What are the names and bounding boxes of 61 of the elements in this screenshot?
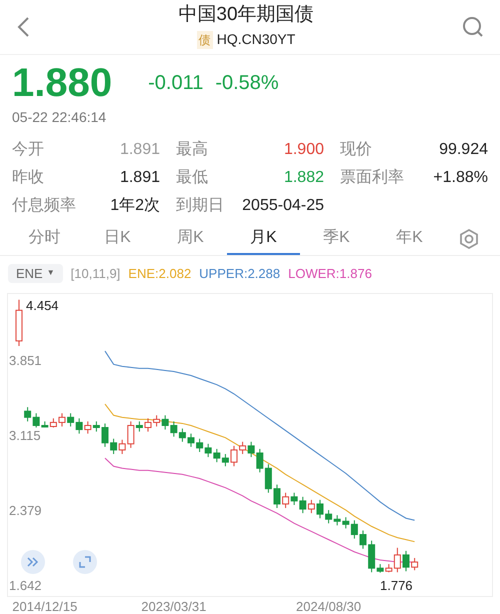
y-axis-label: 1.642 (9, 578, 42, 594)
candle (102, 422, 108, 448)
back-icon[interactable] (16, 16, 30, 38)
y-axis-label: 2.379 (9, 503, 42, 520)
indicator-legend: UPPER:2.288 (199, 264, 280, 283)
candle (230, 445, 238, 467)
period-tab[interactable]: 季K (300, 224, 373, 254)
period-tab[interactable]: 日K (81, 224, 154, 254)
period-tab[interactable]: 月K (227, 224, 300, 254)
x-axis-label: 2024/08/30 (296, 598, 362, 614)
price-change: -0.011 (148, 70, 204, 96)
stat-value: +1.88% (433, 168, 488, 188)
period-tab[interactable]: 年K (373, 224, 446, 254)
max-marker: 4.454 (26, 297, 59, 315)
candle (144, 418, 152, 432)
candle (402, 550, 410, 572)
stat-label: 最低 (176, 168, 208, 188)
change-percent: -0.58% (215, 70, 279, 96)
bond-badge: 债 (196, 30, 213, 49)
indicator-dropdown[interactable]: ENE ▼ (8, 264, 63, 283)
x-axis-label: 2014/12/15 (12, 598, 78, 614)
stat-label: 最高 (176, 140, 208, 160)
candle (58, 412, 66, 427)
period-tab[interactable]: 周K (154, 224, 227, 254)
candle (411, 557, 418, 571)
expand-icon (79, 556, 91, 568)
stat-label: 今开 (12, 140, 44, 160)
y-axis-label: 3.851 (9, 353, 42, 370)
candle (360, 530, 366, 550)
indicator-params: [10,11,9] (70, 264, 120, 283)
expand-button[interactable] (73, 550, 97, 574)
indicator-legend: ENE:2.082 (128, 264, 192, 283)
stat-value: 1年2次 (110, 196, 160, 216)
candle (16, 299, 22, 346)
stat-label: 票面利率 (340, 168, 404, 188)
bond-code: HQ.CN30YT (216, 30, 296, 50)
stat-value: 1.891 (120, 140, 160, 160)
page-title: 中国30年期国债 (178, 3, 314, 28)
search-icon[interactable] (462, 16, 484, 38)
fast-forward-button[interactable] (21, 550, 45, 574)
stat-value: 1.882 (284, 168, 324, 188)
stat-value: 1.891 (120, 168, 160, 188)
stat-label: 到期日 (176, 196, 224, 216)
stat-value: 99.924 (439, 140, 488, 160)
candle (316, 499, 324, 519)
y-axis-label: 3.115 (9, 428, 41, 444)
chevrons-right-icon (27, 557, 39, 567)
stat-label: 昨收 (12, 168, 44, 188)
min-marker: 1.776 (380, 578, 413, 594)
indicator-legend: LOWER:1.876 (288, 264, 372, 283)
stat-value: 1.900 (284, 140, 324, 160)
stat-value: 2055-04-25 (242, 196, 324, 216)
candle (188, 433, 194, 448)
candle (274, 484, 280, 509)
stat-label: 现价 (340, 140, 372, 160)
current-price: 1.880 (12, 60, 112, 107)
x-axis-label: 2023/03/31 (141, 598, 206, 614)
period-tab[interactable]: 分时 (8, 224, 81, 254)
settings-icon[interactable] (458, 228, 480, 250)
stat-label: 付息频率 (12, 196, 76, 216)
quote-time: 05-22 22:46:14 (12, 108, 108, 127)
